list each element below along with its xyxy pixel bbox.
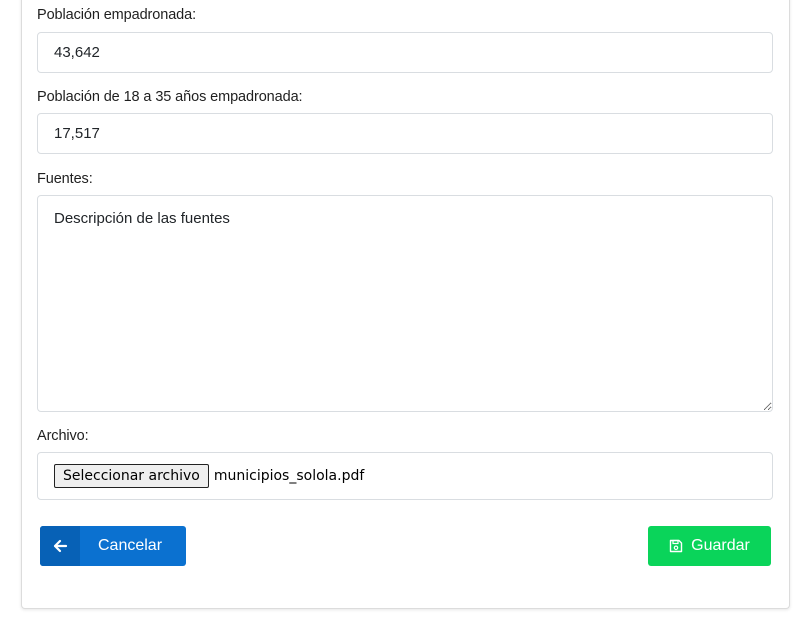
archivo-label: Archivo: xyxy=(37,428,89,444)
poblacion-input[interactable] xyxy=(37,32,773,73)
cancel-button[interactable]: Cancelar xyxy=(40,526,186,566)
save-icon xyxy=(669,539,683,553)
file-input[interactable]: Seleccionar archivo municipios_solola.pd… xyxy=(37,452,773,500)
jovenes-input[interactable] xyxy=(37,113,773,154)
select-file-button[interactable]: Seleccionar archivo xyxy=(54,464,209,488)
save-button-label: Guardar xyxy=(691,537,750,554)
poblacion-label: Población empadronada: xyxy=(37,7,197,23)
fuentes-label: Fuentes: xyxy=(37,171,93,187)
cancel-button-label: Cancelar xyxy=(97,537,163,554)
jovenes-label: Población de 18 a 35 años empadronada: xyxy=(37,89,303,105)
fuentes-textarea[interactable] xyxy=(37,195,773,412)
arrow-left-icon xyxy=(40,526,80,566)
file-name: municipios_solola.pdf xyxy=(213,468,365,484)
save-button[interactable]: Guardar xyxy=(648,526,771,566)
